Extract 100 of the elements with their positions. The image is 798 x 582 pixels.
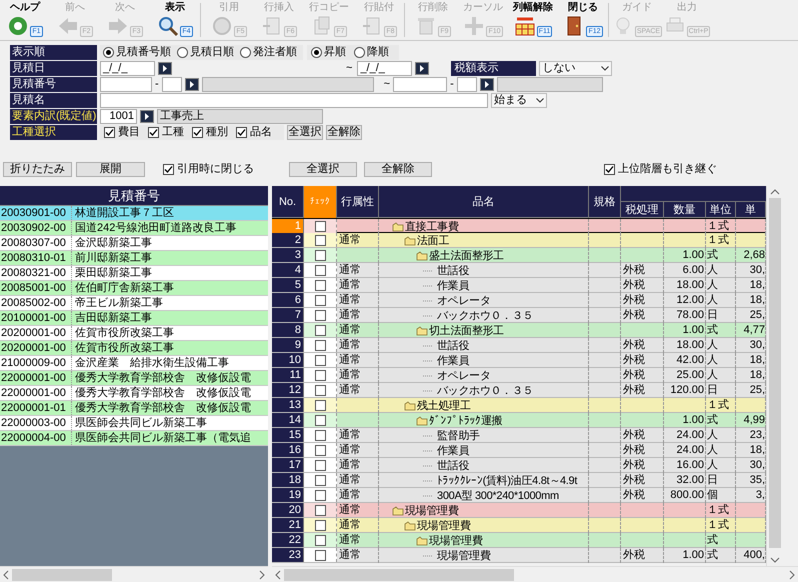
action-button[interactable]: 全選択	[287, 124, 323, 140]
radio-button[interactable]	[354, 46, 365, 58]
checkbox[interactable]	[104, 126, 115, 138]
lookup-button[interactable]	[415, 62, 430, 74]
estimate-row[interactable]: 20100001-00 吉田邸新築工事	[0, 311, 268, 326]
radio-button[interactable]	[240, 46, 251, 58]
checkbox[interactable]	[314, 460, 326, 470]
checkbox[interactable]	[314, 220, 326, 232]
checkbox[interactable]	[314, 400, 326, 410]
checkbox[interactable]	[314, 264, 326, 276]
estimate-row[interactable]: 22000003-00 県医師会共同ビル新築工事	[0, 416, 268, 431]
action-button[interactable]: 全解除	[326, 124, 362, 140]
radio-button[interactable]	[103, 46, 114, 58]
estimate-row[interactable]: 20085002-00 帝王ビル新築工事	[0, 296, 268, 311]
table-row[interactable]: 5 通常 作業員 外税 18.00 人 18,	[272, 278, 766, 293]
checkbox[interactable]	[314, 520, 326, 530]
table-row[interactable]: 10 通常 作業員 外税 42.00 人 18,	[272, 353, 766, 368]
checkbox[interactable]	[314, 474, 326, 486]
input-field[interactable]: _/_/_	[357, 60, 412, 76]
estimate-row[interactable]: 22000004-00 県医師会共同ビル新築工事（電気追	[0, 431, 268, 446]
checkbox[interactable]	[236, 126, 247, 138]
estimate-row[interactable]: 22000001-01 優秀大学教育学部校舎 改修仮設電	[0, 401, 268, 416]
table-row[interactable]: 15 通常 監督助手 外税 24.00 人 23,	[272, 428, 766, 443]
checkbox[interactable]	[314, 250, 326, 260]
table-row[interactable]: 11 通常 オペレータ 外税 25.00 人 18,	[272, 368, 766, 383]
checkbox[interactable]	[192, 126, 203, 138]
checkbox[interactable]	[604, 164, 615, 175]
checkbox[interactable]	[163, 164, 174, 175]
estimate-row[interactable]: 22000001-00 優秀大学教育学部校舎 改修仮設電	[0, 371, 268, 386]
checkbox[interactable]	[314, 280, 326, 290]
estimate-row[interactable]: 20080321-00 栗田邸新築工事	[0, 266, 268, 281]
checkbox[interactable]	[314, 534, 326, 546]
input-field[interactable]	[393, 76, 448, 92]
input-field[interactable]	[456, 76, 477, 92]
table-row[interactable]: 22 通常 現場管理費 式	[272, 533, 766, 548]
table-row[interactable]: 13 残土処理工 １式	[272, 398, 766, 413]
checkbox[interactable]	[314, 324, 326, 336]
table-row[interactable]: 16 通常 作業員 外税 24.00 人 18,	[272, 443, 766, 458]
table-row[interactable]: 19 通常 300A型 300*240*1000mm 外税 800.00 個 3,	[272, 488, 766, 503]
table-row[interactable]: 12 通常 バックホウ０．３５ 外税 120.00 日 25,	[272, 383, 766, 398]
lookup-button[interactable]	[480, 78, 494, 90]
vertical-scrollbar[interactable]	[766, 186, 782, 566]
estimate-row[interactable]: 21000009-00 金沢産業 給排水衛生設備工事	[0, 356, 268, 371]
table-row[interactable]: 6 通常 オペレータ 外税 12.00 人 18,	[272, 293, 766, 308]
input-field[interactable]	[162, 76, 182, 92]
input-field[interactable]: 1001	[100, 108, 137, 124]
table-row[interactable]: 8 通常 切土法面整形工 1.00 式 4,77	[272, 323, 766, 338]
checkbox[interactable]	[314, 340, 326, 350]
dropdown[interactable]: しない	[539, 60, 612, 76]
table-row[interactable]: 3 盛土法面整形工 1.00 式 2,68	[272, 248, 766, 263]
checkbox[interactable]	[314, 354, 326, 366]
estimate-row[interactable]: 20030901-00 林道開設工事７工区	[0, 206, 268, 221]
action-button[interactable]: 折りたたみ	[3, 162, 72, 177]
checkbox[interactable]	[148, 126, 159, 138]
table-row[interactable]: 9 通常 世話役 外税 18.00 人 30,	[272, 338, 766, 353]
horizontal-scrollbar[interactable]	[272, 566, 798, 582]
input-field[interactable]	[496, 76, 603, 92]
checkbox[interactable]	[314, 430, 326, 440]
checkbox[interactable]	[314, 490, 326, 500]
checkbox[interactable]	[314, 414, 326, 426]
action-button[interactable]: 展開	[76, 162, 145, 177]
input-field[interactable]	[100, 76, 152, 92]
input-field[interactable]: _/_/_	[100, 60, 155, 76]
input-field[interactable]: 工事売上	[157, 108, 323, 124]
checkbox[interactable]	[314, 384, 326, 396]
checkbox[interactable]	[314, 370, 326, 380]
checkbox[interactable]	[314, 294, 326, 306]
table-row[interactable]: 21 通常 現場管理費 １式	[272, 518, 766, 533]
table-row[interactable]: 2 通常 法面工 １式	[272, 233, 766, 248]
estimate-row[interactable]: 20080310-01 前川邸新築工事	[0, 251, 268, 266]
table-row[interactable]: 14 ﾀﾞﾝﾌﾟﾄﾗｯｸ運搬 1.00 式 4,99	[272, 413, 766, 428]
table-row[interactable]: 4 通常 世話役 外税 6.00 人 30,	[272, 263, 766, 278]
radio-button[interactable]	[177, 46, 188, 58]
table-row[interactable]: 7 通常 バックホウ０．３５ 外税 78.00 日 25,	[272, 308, 766, 323]
estimate-row[interactable]: 22000001-00 優秀大学教育学部校舎 改修仮設電	[0, 386, 268, 401]
lookup-button[interactable]	[158, 62, 172, 74]
radio-button[interactable]	[311, 46, 322, 58]
checkbox[interactable]	[314, 504, 326, 516]
lookup-button[interactable]	[184, 78, 199, 90]
input-field[interactable]	[202, 76, 374, 92]
checkbox[interactable]	[314, 550, 326, 560]
estimate-row[interactable]: 20085001-00 佐伯町庁舎新築工事	[0, 281, 268, 296]
horizontal-scrollbar[interactable]	[0, 566, 268, 582]
estimate-row[interactable]: 20200001-00 佐賀市役所改築工事	[0, 341, 268, 356]
table-row[interactable]: 1 直接工事費 １式	[272, 218, 766, 233]
table-row[interactable]: 20 通常 現場管理費 １式	[272, 503, 766, 518]
checkbox[interactable]	[314, 444, 326, 456]
estimate-row[interactable]: 20030902-00 国道242号線池田町道路改良工事	[0, 221, 268, 236]
lookup-button[interactable]	[140, 110, 154, 122]
dropdown[interactable]: 始まる	[491, 92, 547, 108]
estimate-row[interactable]: 20200001-00 佐賀市役所改築工事	[0, 326, 268, 341]
checkbox[interactable]	[314, 234, 326, 246]
action-button[interactable]: 全選択	[289, 162, 357, 177]
table-row[interactable]: 23 通常 現場管理費 外税 1.00 式 400,	[272, 548, 766, 563]
estimate-row[interactable]: 20080307-00 金沢邸新築工事	[0, 236, 268, 251]
input-field[interactable]	[100, 92, 488, 108]
table-row[interactable]: 17 通常 世話役 外税 16.00 人 30,	[272, 458, 766, 473]
table-row[interactable]: 18 通常 ﾄﾗｯｸｸﾚｰﾝ(賃料)油圧4.8t～4.9t 外税 32.00 日 35,	[272, 473, 766, 488]
action-button[interactable]: 全解除	[364, 162, 432, 177]
checkbox[interactable]	[314, 310, 326, 320]
